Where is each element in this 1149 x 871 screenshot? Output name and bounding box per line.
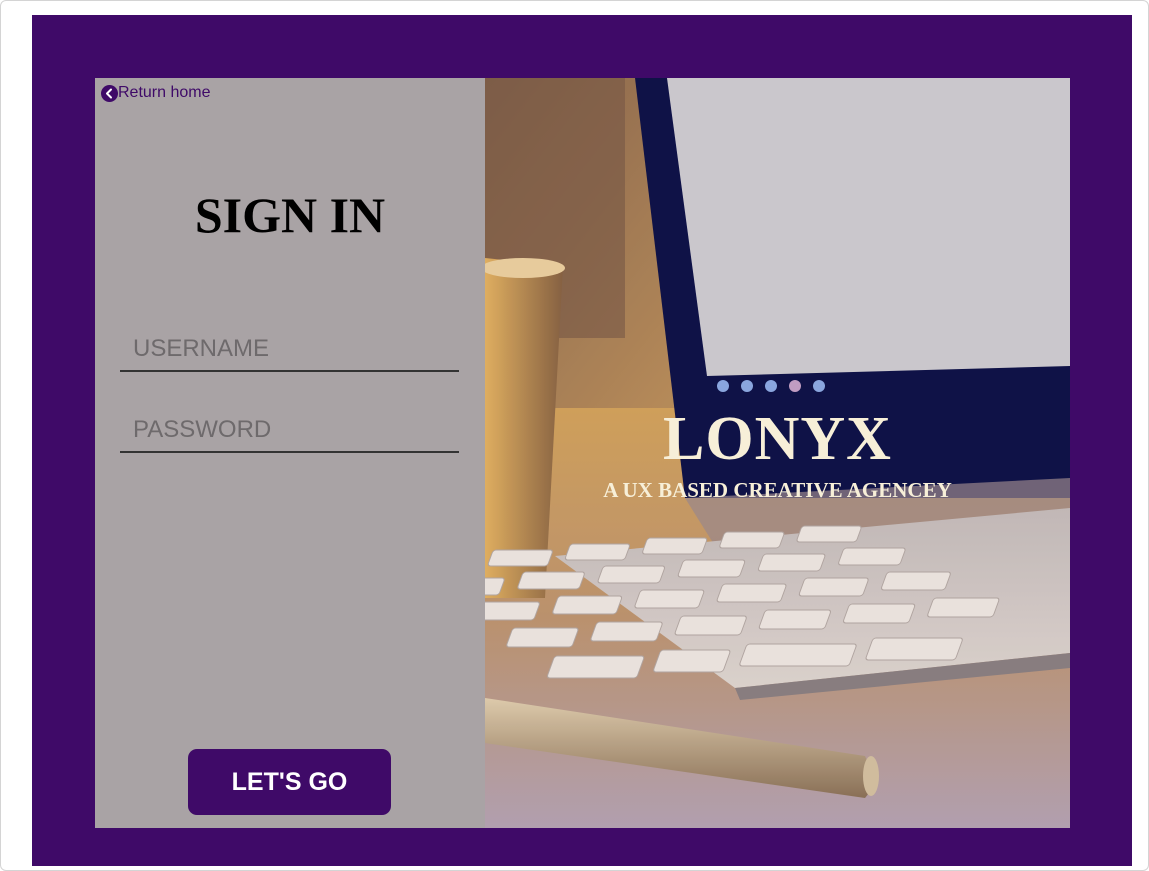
hero-panel: LONYX A UX BASED CREATIVE AGENCEY bbox=[485, 78, 1070, 828]
lets-go-button[interactable]: LET'S GO bbox=[188, 749, 391, 815]
signin-panel: Return home SIGN IN LET'S GO bbox=[95, 78, 485, 828]
chevron-left-circle-icon bbox=[101, 84, 118, 102]
brand-tagline: A UX BASED CREATIVE AGENCEY bbox=[603, 478, 952, 502]
browser-window: Return home SIGN IN LET'S GO bbox=[0, 0, 1149, 871]
return-home-link[interactable]: Return home bbox=[101, 84, 211, 102]
return-home-label: Return home bbox=[118, 84, 211, 101]
username-input[interactable] bbox=[120, 328, 459, 372]
page-background: Return home SIGN IN LET'S GO bbox=[32, 15, 1132, 866]
password-input[interactable] bbox=[120, 409, 459, 453]
signin-title: SIGN IN bbox=[194, 187, 386, 243]
brand-name: LONYX bbox=[663, 405, 892, 473]
login-card: Return home SIGN IN LET'S GO bbox=[95, 78, 1070, 828]
